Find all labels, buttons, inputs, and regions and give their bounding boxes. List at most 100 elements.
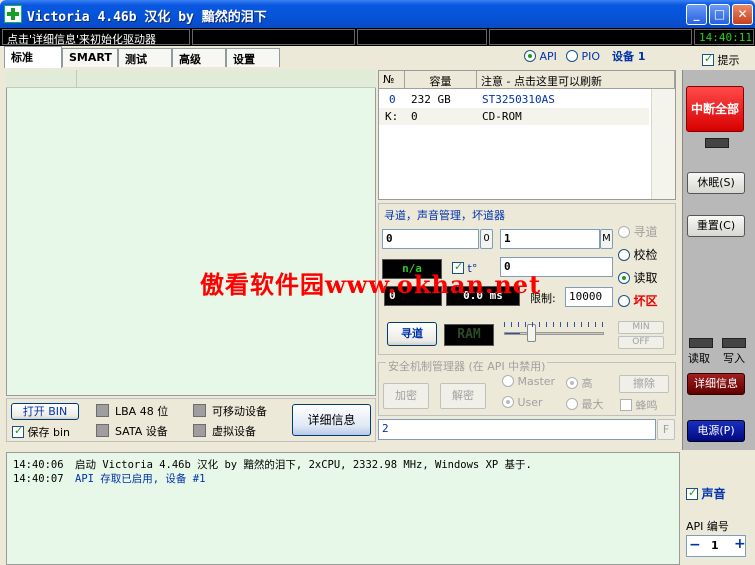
seek-slider-track[interactable] <box>504 332 604 335</box>
seek-panel-title: 寻道，声音管理，坏道器 <box>384 209 505 222</box>
hint-check[interactable] <box>702 52 714 66</box>
erase-button[interactable]: 擦除 <box>619 375 669 393</box>
app-cross-icon <box>4 5 22 23</box>
slider-ticks <box>504 322 604 327</box>
master-label: Master <box>517 375 556 388</box>
col-capacity[interactable]: 容量 <box>405 71 477 89</box>
api-label: API <box>539 50 557 63</box>
command-input[interactable]: 2 <box>378 419 656 440</box>
start-lba-input[interactable]: 0 <box>382 229 479 249</box>
main-panel-header <box>6 70 376 88</box>
details-button[interactable]: 详细信息 <box>292 404 371 436</box>
mode-bad-block-radio[interactable] <box>618 295 630 307</box>
mode-seek-label: 寻道 <box>633 225 658 239</box>
high-radio[interactable]: 高 <box>566 375 593 391</box>
col-num[interactable]: № <box>379 71 405 89</box>
log-time: 14:40:07 <box>13 473 64 485</box>
mode-seek-radio[interactable] <box>618 226 630 238</box>
encrypt-button[interactable]: 加密 <box>383 383 429 409</box>
high-radio-dot[interactable] <box>566 377 578 389</box>
sleep-button[interactable]: 休眠(S) <box>687 172 745 194</box>
mode-read-label: 读取 <box>633 271 658 285</box>
lba48-box[interactable] <box>96 404 109 417</box>
maximize-button[interactable]: □ <box>709 4 730 25</box>
decrypt-button[interactable]: 解密 <box>440 383 486 409</box>
table-scrollbar[interactable] <box>651 89 675 199</box>
save-bin-checkbox[interactable]: 保存 bin <box>12 424 70 440</box>
minus-icon[interactable]: − <box>689 537 701 553</box>
end-lba-input[interactable]: 1 <box>500 229 600 249</box>
drive-table[interactable]: № 容量 注意 - 点击这里可以刷新 0 232 GB ST3250310AS … <box>378 70 676 200</box>
log-line: 14:40:07 API 存取已启用, 设备 #1 <box>13 471 205 486</box>
log-panel[interactable]: 14:40:06 启动 Victoria 4.46b 汉化 by 黯然的泪下, 2… <box>6 452 680 565</box>
mode-read-radio[interactable] <box>618 272 630 284</box>
window-title: Victoria 4.46b 汉化 by 黯然的泪下 <box>27 10 267 25</box>
write-label: 写入 <box>723 352 745 365</box>
user-label: User <box>517 396 543 409</box>
master-radio[interactable]: Master <box>502 375 555 388</box>
user-radio-dot[interactable] <box>502 396 514 408</box>
status-clock: 14:40:11 <box>694 29 754 45</box>
removable-option[interactable]: 可移动设备 <box>193 403 267 419</box>
reset-button[interactable]: 重置(C) <box>687 215 745 237</box>
api-radio[interactable]: API <box>524 50 557 63</box>
sata-option[interactable]: SATA 设备 <box>96 423 168 439</box>
seek-button[interactable]: 寻道 <box>387 322 437 346</box>
virtual-option[interactable]: 虚拟设备 <box>193 423 256 439</box>
col-notes[interactable]: 注意 - 点击这里可以刷新 <box>477 71 675 89</box>
max-radio-dot[interactable] <box>566 398 578 410</box>
plus-icon[interactable]: + <box>734 536 746 552</box>
removable-box[interactable] <box>193 404 206 417</box>
tab-settings[interactable]: 设置 <box>226 48 280 67</box>
table-row[interactable]: K: 0 CD-ROM <box>379 108 649 125</box>
removable-label: 可移动设备 <box>212 405 267 418</box>
command-f-button[interactable]: F <box>657 419 675 440</box>
mode-verify[interactable]: 校检 <box>618 246 658 263</box>
hint-label: 提示 <box>717 54 740 67</box>
security-panel-title: 安全机制管理器 (在 API 中禁用) <box>386 358 548 374</box>
master-radio-dot[interactable] <box>502 375 514 387</box>
ram-lcd: RAM <box>444 324 494 346</box>
api-radio-dot[interactable] <box>524 50 536 62</box>
virtual-box[interactable] <box>193 424 206 437</box>
save-bin-check[interactable] <box>12 424 24 438</box>
sata-box[interactable] <box>96 424 109 437</box>
max-radio[interactable]: 最大 <box>566 396 604 412</box>
stop-all-button[interactable]: 中断全部 <box>686 86 744 132</box>
power-button[interactable]: 电源(P) <box>687 420 745 442</box>
close-button[interactable]: ✕ <box>732 4 753 25</box>
tab-standard[interactable]: 标准 <box>4 46 62 68</box>
title-bar[interactable]: Victoria 4.46b 汉化 by 黯然的泪下 _ □ ✕ <box>0 0 755 28</box>
mode-bad-block[interactable]: 坏区 <box>618 292 658 309</box>
minimize-button[interactable]: _ <box>686 4 707 25</box>
mode-read[interactable]: 读取 <box>618 269 658 286</box>
end-lba-button[interactable]: M <box>600 229 613 249</box>
save-bin-label: 保存 bin <box>27 426 71 439</box>
right-details-button[interactable]: 详细信息 <box>687 373 745 395</box>
start-lba-button[interactable]: 0 <box>480 229 493 249</box>
sound-label: 声音 <box>701 487 726 501</box>
open-bin-button[interactable]: 打开 BIN <box>11 403 79 420</box>
table-row[interactable]: 0 232 GB ST3250310AS <box>379 91 649 108</box>
off-button[interactable]: OFF <box>618 336 664 349</box>
tab-advanced[interactable]: 高级 <box>172 48 226 67</box>
min-button[interactable]: MIN <box>618 321 664 334</box>
tab-smart[interactable]: SMART <box>62 48 118 67</box>
hint-checkbox[interactable]: 提示 <box>702 52 740 68</box>
user-radio[interactable]: User <box>502 396 543 409</box>
limit-input[interactable]: 10000 <box>565 287 613 307</box>
sound-check[interactable] <box>686 486 698 500</box>
pio-radio-dot[interactable] <box>566 50 578 62</box>
watermark-text: 傲看软件园www.okhan.net <box>200 270 542 299</box>
mode-verify-radio[interactable] <box>618 249 630 261</box>
api-number-stepper[interactable]: − 1 + <box>686 535 746 557</box>
buzz-check[interactable] <box>620 399 632 411</box>
read-label: 读取 <box>688 352 710 365</box>
pio-label: PIO <box>581 50 601 63</box>
mode-seek[interactable]: 寻道 <box>618 223 658 240</box>
sound-checkbox[interactable]: 声音 <box>686 485 726 502</box>
lba48-option[interactable]: LBA 48 位 <box>96 403 168 419</box>
buzz-checkbox[interactable]: 蜂鸣 <box>620 397 658 413</box>
pio-radio[interactable]: PIO <box>566 50 600 63</box>
tab-test[interactable]: 测试 <box>118 48 172 67</box>
